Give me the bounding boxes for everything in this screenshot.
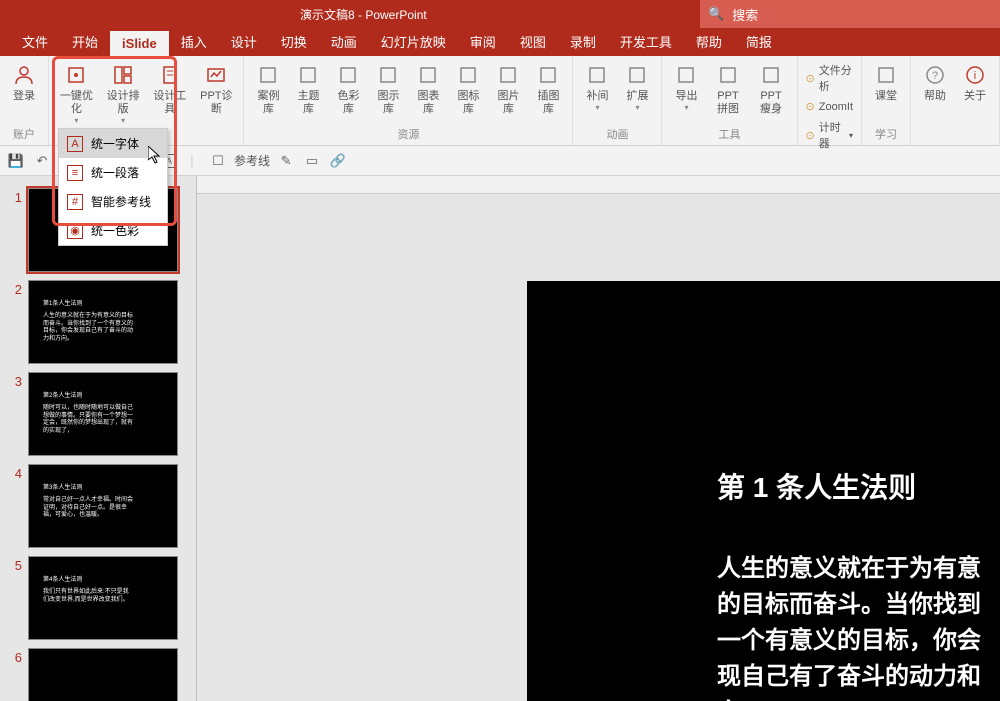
thumb-row: 2第1条人生法则人生的意义就在于为有意义的目标而奋斗。当你找到了一个有意义的目标… — [0, 276, 196, 368]
tab-视图[interactable]: 视图 — [508, 27, 558, 56]
guideline-toggle[interactable]: ☐ — [208, 151, 228, 171]
svg-text:i: i — [974, 70, 976, 82]
workspace: 12第1条人生法则人生的意义就在于为有意义的目标而奋斗。当你找到了一个有意义的目… — [0, 176, 1000, 701]
thumb-number: 6 — [8, 648, 28, 701]
tab-审阅[interactable]: 审阅 — [458, 27, 508, 56]
search-placeholder: 搜索 — [732, 5, 758, 24]
help-icon[interactable]: ?帮助 — [917, 60, 953, 130]
slide-editor[interactable]: 第 1 条人生法则 人生的意义就在于为有意的目标而奋斗。当你找到一个有意义的目标… — [196, 176, 1000, 701]
ribbon-group: 案例库主题库色彩库图示库图表库图标库图片库插图库资源 — [244, 56, 573, 145]
search-icon: 🔍 — [708, 6, 724, 22]
slide-thumbnail[interactable]: 第4条人生法则我们只有世界如此后来:不只是我们改变世界,而是世界改变我们。 — [28, 556, 178, 640]
ribbon-group: 补间▾扩展▾动画 — [573, 56, 662, 145]
case-icon[interactable]: 案例库 — [250, 60, 286, 126]
export-icon[interactable]: 导出▾ — [668, 60, 704, 126]
illus-icon[interactable]: 插图库 — [530, 60, 566, 126]
class-icon[interactable]: 课堂 — [868, 60, 904, 126]
tab-动画[interactable]: 动画 — [319, 27, 369, 56]
thumb-row: 3第2条人生法则随时可以，也随时随地可以做自己想做的事情。只要你有一个梦想一定会… — [0, 368, 196, 460]
tab-简报[interactable]: 简报 — [734, 27, 784, 56]
thumb-number: 2 — [8, 280, 28, 364]
tab-幻灯片放映[interactable]: 幻灯片放映 — [369, 27, 458, 56]
user-icon[interactable]: 登录 — [6, 60, 42, 126]
zoom-icon[interactable]: ⊙ZoomIt — [804, 98, 855, 115]
tab-设计[interactable]: 设计 — [219, 27, 269, 56]
tab-开始[interactable]: 开始 — [60, 27, 110, 56]
ext-icon[interactable]: 扩展▾ — [619, 60, 655, 126]
slide-thumbnail[interactable] — [28, 648, 178, 701]
puzzle-icon[interactable]: PPT拼图 — [708, 60, 747, 126]
thumb-number: 3 — [8, 372, 28, 456]
theme-icon[interactable]: 主题库 — [290, 60, 326, 126]
color-icon[interactable]: 色彩库 — [330, 60, 366, 126]
ribbon-group: 导出▾PPT拼图PPT瘦身工具 — [662, 56, 797, 145]
tab-帮助[interactable]: 帮助 — [684, 27, 734, 56]
thumb-row: 6 — [0, 644, 196, 701]
ribbon-group: 课堂学习 — [862, 56, 911, 145]
current-slide[interactable]: 第 1 条人生法则 人生的意义就在于为有意的目标而奋斗。当你找到一个有意义的目标… — [527, 281, 1000, 701]
tab-iSlide[interactable]: iSlide — [110, 31, 169, 56]
chart-icon[interactable]: 图表库 — [410, 60, 446, 126]
slide-thumbnails[interactable]: 12第1条人生法则人生的意义就在于为有意义的目标而奋斗。当你找到了一个有意义的目… — [0, 176, 196, 701]
ruler — [197, 176, 1000, 194]
picker-icon[interactable]: ▭ — [302, 151, 322, 171]
magic-icon[interactable]: 一键优化▾ — [55, 60, 98, 130]
thumb-number: 1 — [8, 188, 28, 272]
slide-title[interactable]: 第 1 条人生法则 — [717, 466, 916, 506]
thumb-number: 4 — [8, 464, 28, 548]
piclib-icon[interactable]: 图片库 — [490, 60, 526, 126]
guideline-label: 参考线 — [234, 152, 270, 169]
tab-开发工具[interactable]: 开发工具 — [608, 27, 684, 56]
diag-icon[interactable]: PPT诊断 — [195, 60, 237, 130]
dropdown-item-2[interactable]: #智能参考线 — [59, 187, 167, 216]
undo-icon[interactable]: ↶ — [32, 151, 52, 171]
svg-text:?: ? — [932, 70, 938, 82]
layout-icon[interactable]: 设计排版▾ — [102, 60, 145, 130]
chain-icon[interactable]: 🔗 — [328, 151, 348, 171]
tools-icon[interactable]: 设计工具 — [148, 60, 191, 130]
ribbon-group: ?帮助i关于 — [911, 56, 1000, 145]
tween-icon[interactable]: 补间▾ — [579, 60, 615, 126]
sep2: | — [182, 151, 202, 171]
slide-thumbnail[interactable]: 第1条人生法则人生的意义就在于为有意义的目标而奋斗。当你找到了一个有意义的目标，… — [28, 280, 178, 364]
analyze-icon[interactable]: ⊙文件分析 — [804, 60, 855, 96]
slide-body[interactable]: 人生的意义就在于为有意的目标而奋斗。当你找到一个有意义的目标，你会现自己有了奋斗… — [717, 551, 981, 701]
tab-录制[interactable]: 录制 — [558, 27, 608, 56]
diagram-icon[interactable]: 图示库 — [370, 60, 406, 126]
window-title: 演示文稿8 - PowerPoint — [300, 6, 427, 23]
eyedrop-icon[interactable]: ✎ — [276, 151, 296, 171]
info-icon[interactable]: i关于 — [957, 60, 993, 130]
cursor-icon — [148, 146, 164, 166]
iconlib-icon[interactable]: 图标库 — [450, 60, 486, 126]
thumb-row: 4第3条人生法则常对自己好一点人才幸福。时间会证明，对待自己好一点。是很幸福，可… — [0, 460, 196, 552]
slide-thumbnail[interactable]: 第2条人生法则随时可以，也随时随地可以做自己想做的事情。只要你有一个梦想一定会，… — [28, 372, 178, 456]
dropdown-item-3[interactable]: ◉统一色彩 — [59, 216, 167, 245]
slim-icon[interactable]: PPT瘦身 — [752, 60, 791, 126]
search-bar[interactable]: 🔍 搜索 — [700, 0, 1000, 28]
slide-thumbnail[interactable]: 第3条人生法则常对自己好一点人才幸福。时间会证明，对待自己好一点。是很幸福，可爱… — [28, 464, 178, 548]
ribbon-tabs: 文件开始iSlide插入设计切换动画幻灯片放映审阅视图录制开发工具帮助简报 — [0, 28, 1000, 56]
tab-文件[interactable]: 文件 — [10, 27, 60, 56]
tab-插入[interactable]: 插入 — [169, 27, 219, 56]
save-icon[interactable]: 💾 — [6, 151, 26, 171]
ribbon-group: ⊙文件分析⊙ZoomIt⊙计时器▾ — [798, 56, 862, 145]
ribbon-group: 登录账户 — [0, 56, 49, 145]
thumb-number: 5 — [8, 556, 28, 640]
tab-切换[interactable]: 切换 — [269, 27, 319, 56]
thumb-row: 5第4条人生法则我们只有世界如此后来:不只是我们改变世界,而是世界改变我们。 — [0, 552, 196, 644]
timer-icon[interactable]: ⊙计时器▾ — [804, 117, 855, 153]
